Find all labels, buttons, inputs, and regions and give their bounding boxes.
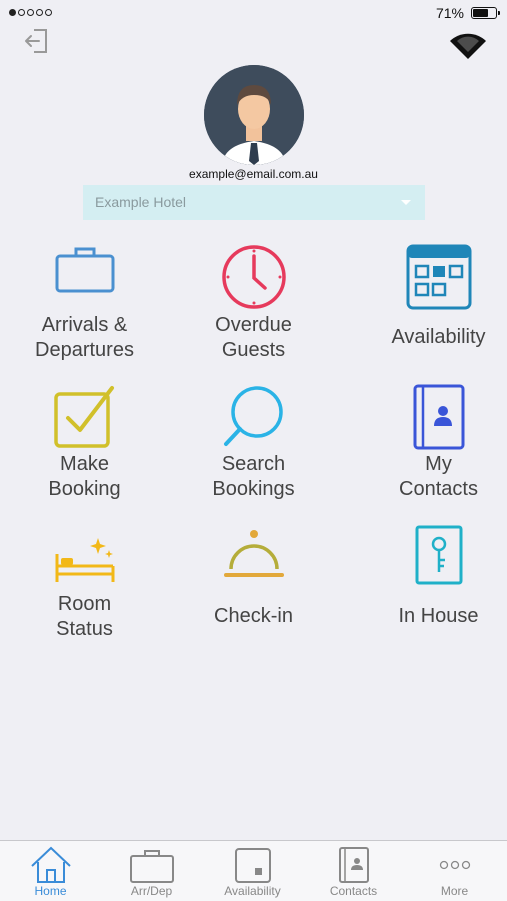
tile-availability[interactable]: Availability xyxy=(354,240,507,370)
tab-home[interactable]: Home xyxy=(0,841,101,901)
briefcase-icon xyxy=(129,846,175,889)
tile-room-status[interactable]: Room Status xyxy=(0,522,169,652)
tile-label: My Contacts xyxy=(399,453,478,500)
door-key-icon xyxy=(414,524,464,591)
tile-in-house[interactable]: In House xyxy=(354,522,507,652)
tile-my-contacts[interactable]: My Contacts xyxy=(354,382,507,512)
tab-more[interactable]: More xyxy=(404,841,505,901)
clock-icon xyxy=(221,244,287,315)
tile-overdue-guests[interactable]: Overdue Guests xyxy=(169,240,338,370)
tab-label: Contacts xyxy=(329,884,378,898)
battery-percentage: 71% xyxy=(435,5,464,21)
briefcase-icon xyxy=(54,244,116,299)
calendar-icon xyxy=(406,244,472,315)
bed-icon xyxy=(54,536,116,589)
avatar[interactable] xyxy=(204,65,304,165)
tab-availability[interactable]: Availability xyxy=(202,841,303,901)
tile-arrivals-departures[interactable]: Arrivals & Departures xyxy=(0,240,169,370)
logout-icon[interactable] xyxy=(22,26,52,56)
tile-label: Room Status xyxy=(56,593,113,640)
chevron-down-icon xyxy=(401,200,411,205)
tile-label: Search Bookings xyxy=(212,453,295,500)
tab-contacts[interactable]: Contacts xyxy=(303,841,404,901)
tab-label: Arr/Dep xyxy=(130,884,173,898)
signal-strength-icon xyxy=(9,9,52,16)
hotel-select[interactable]: Example Hotel xyxy=(83,185,425,220)
contacts-book-icon xyxy=(411,384,467,455)
tab-label: Availability xyxy=(224,884,281,898)
contacts-book-icon xyxy=(338,846,370,889)
tile-make-booking[interactable]: Make Booking xyxy=(0,382,169,512)
tab-label: More xyxy=(440,884,469,898)
calendar-icon xyxy=(234,846,272,889)
wifi-icon xyxy=(449,30,487,60)
magnifier-icon xyxy=(221,384,287,455)
tile-label: Overdue Guests xyxy=(215,314,292,361)
checkbox-icon xyxy=(52,384,118,455)
tile-search-bookings[interactable]: Search Bookings xyxy=(169,382,338,512)
tile-check-in[interactable]: Check-in xyxy=(169,522,338,652)
tile-label: In House xyxy=(398,605,479,627)
tab-label: Home xyxy=(34,884,67,898)
tile-label: Make Booking xyxy=(48,453,121,500)
home-icon xyxy=(30,846,72,889)
user-email: example@email.com.au xyxy=(189,167,318,181)
tab-arr-dep[interactable]: Arr/Dep xyxy=(101,841,202,901)
tile-label: Arrivals & Departures xyxy=(35,314,134,361)
hotel-select-value: Example Hotel xyxy=(95,194,187,210)
service-bell-icon xyxy=(223,529,285,584)
tab-bar: Home Arr/Dep Availability Contacts More xyxy=(0,840,507,901)
battery-icon xyxy=(471,7,500,19)
tile-label: Check-in xyxy=(214,605,293,627)
tile-label: Availability xyxy=(391,326,486,348)
status-bar: 71% xyxy=(0,0,507,28)
more-dots-icon xyxy=(439,857,471,875)
